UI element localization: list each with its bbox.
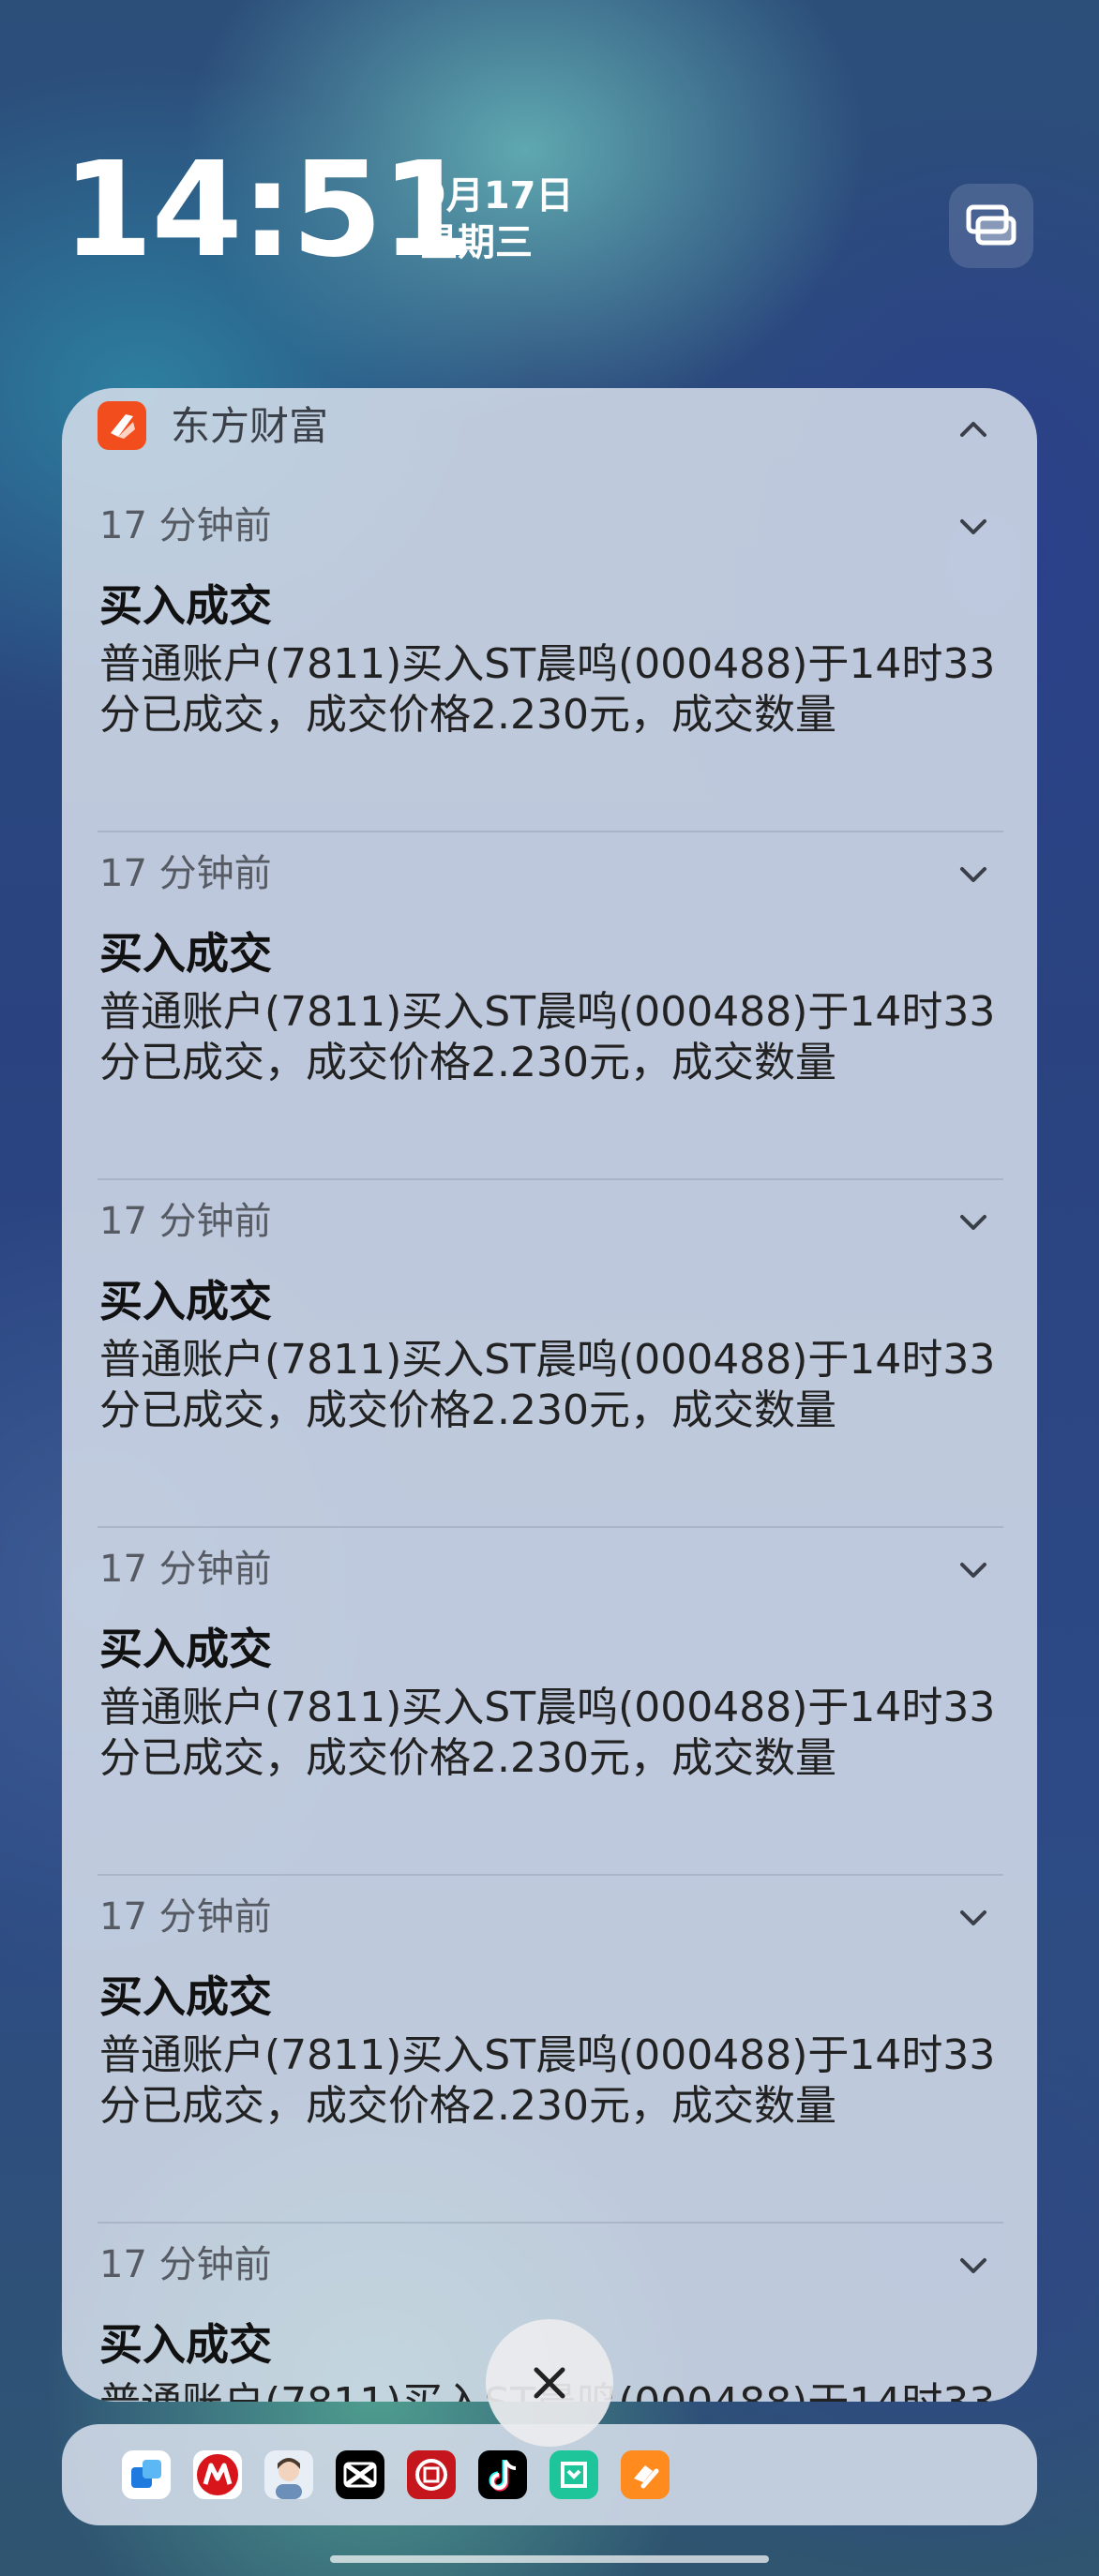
notification-group: 东方财富 17 分钟前 买入成交 普通账户(7811)买入ST晨鸣(000488… bbox=[62, 388, 1037, 2402]
chevron-up-icon[interactable] bbox=[955, 411, 992, 448]
notification-stack-toggle[interactable] bbox=[949, 184, 1033, 268]
notification-body: 普通账户(7811)买入ST晨鸣(000488)于14时33分已成交，成交价格2… bbox=[99, 640, 996, 739]
notification-time: 17 分钟前 bbox=[99, 1200, 272, 1243]
notification-title: 买入成交 bbox=[99, 2319, 272, 2370]
notification-title: 买入成交 bbox=[99, 928, 272, 979]
notification-group-header[interactable]: 东方财富 bbox=[62, 388, 1037, 482]
stack-icon bbox=[966, 204, 1016, 246]
blue-app-icon[interactable] bbox=[122, 2450, 171, 2499]
notification-title: 买入成交 bbox=[99, 580, 272, 631]
icbc-icon[interactable] bbox=[407, 2450, 456, 2499]
notification-item[interactable]: 17 分钟前 买入成交 普通账户(7811)买入ST晨鸣(000488)于14时… bbox=[62, 482, 1037, 832]
notification-body: 普通账户(7811)买入ST晨鸣(000488)于14时33分已成交，成交价格2… bbox=[99, 1684, 996, 1782]
notification-body: 普通账户(7811)买入ST晨鸣(000488)于14时33分已成交，成交价格2… bbox=[99, 2031, 996, 2130]
notification-body: 普通账户(7811)买入ST晨鸣(000488)于14时33分已成交，成交价格2… bbox=[99, 1336, 996, 1434]
avatar-app-icon[interactable] bbox=[264, 2450, 313, 2499]
chevron-down-icon[interactable] bbox=[955, 1204, 992, 1241]
notification-item[interactable]: 17 分钟前 买入成交 普通账户(7811)买入ST晨鸣(000488)于14时… bbox=[62, 1177, 1037, 1528]
mijia-icon[interactable] bbox=[550, 2450, 598, 2499]
tiktok-icon[interactable] bbox=[478, 2450, 527, 2499]
app-name: 东方财富 bbox=[171, 403, 329, 449]
notification-item[interactable]: 17 分钟前 买入成交 普通账户(7811)买入ST晨鸣(000488)于14时… bbox=[62, 1525, 1037, 1876]
eastmoney-icon bbox=[98, 401, 146, 450]
notification-time: 17 分钟前 bbox=[99, 1548, 272, 1591]
notification-title: 买入成交 bbox=[99, 1276, 272, 1326]
notification-item[interactable]: 17 分钟前 买入成交 普通账户(7811)买入ST晨鸣(000488)于14时… bbox=[62, 830, 1037, 1180]
notification-item[interactable]: 17 分钟前 买入成交 普通账户(7811)买入ST晨鸣(000488)于14时… bbox=[62, 1873, 1037, 2224]
chevron-down-icon[interactable] bbox=[955, 856, 992, 893]
orange-app-icon[interactable] bbox=[621, 2450, 670, 2499]
cmb-bank-icon[interactable] bbox=[193, 2450, 242, 2499]
notification-time: 17 分钟前 bbox=[99, 504, 272, 547]
notification-title: 买入成交 bbox=[99, 1971, 272, 2022]
date-block: 9月17日 星期三 bbox=[420, 172, 574, 266]
chevron-down-icon[interactable] bbox=[955, 1551, 992, 1589]
notification-time: 17 分钟前 bbox=[99, 852, 272, 895]
weekday-text: 星期三 bbox=[420, 221, 533, 264]
chevron-down-icon[interactable] bbox=[955, 1899, 992, 1937]
notification-time: 17 分钟前 bbox=[99, 1895, 272, 1939]
close-icon bbox=[534, 2367, 565, 2399]
notification-time: 17 分钟前 bbox=[99, 2243, 272, 2286]
clear-notifications-button[interactable] bbox=[486, 2319, 613, 2447]
clock-time: 14:51 bbox=[62, 134, 473, 287]
notification-title: 买入成交 bbox=[99, 1624, 272, 1674]
home-indicator[interactable] bbox=[330, 2555, 769, 2563]
chevron-down-icon[interactable] bbox=[955, 2247, 992, 2284]
capcut-icon[interactable] bbox=[336, 2450, 384, 2499]
notification-body: 普通账户(7811)买入ST晨鸣(000488)于14时33分已成交，成交价格2… bbox=[99, 988, 996, 1086]
chevron-down-icon[interactable] bbox=[955, 508, 992, 546]
date-text: 9月17日 bbox=[420, 174, 574, 217]
